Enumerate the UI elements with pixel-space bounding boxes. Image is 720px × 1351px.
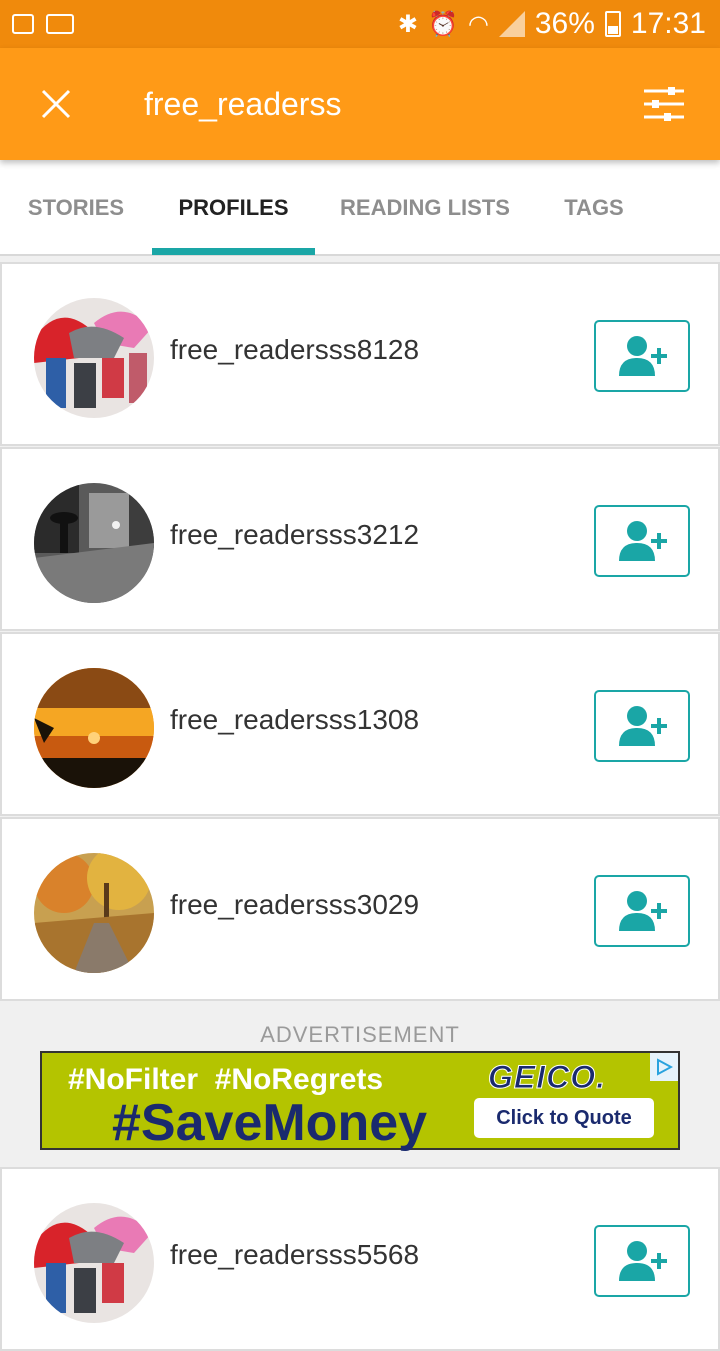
- ad-headline-large: #SaveMoney: [112, 1094, 428, 1152]
- profile-card[interactable]: free_readersss3212: [0, 447, 720, 631]
- profile-card[interactable]: free_readersss1308: [0, 632, 720, 816]
- tab-bar: STORIES PROFILES READING LISTS TAGS: [0, 160, 720, 256]
- ad-cta-button[interactable]: Click to Quote: [474, 1098, 654, 1138]
- profile-username[interactable]: free_readersss1308: [170, 704, 419, 736]
- add-user-icon: [619, 521, 667, 561]
- active-tab-indicator: [152, 248, 315, 255]
- search-query[interactable]: free_readerss: [144, 86, 341, 123]
- battery-icon: [604, 11, 621, 37]
- status-bar: ✱ ⏰ ◠ 36% 17:31: [0, 0, 720, 48]
- adchoices-icon[interactable]: [650, 1053, 678, 1081]
- avatar: [34, 298, 154, 418]
- follow-button[interactable]: [594, 875, 690, 947]
- filter-sliders-icon: [644, 87, 684, 121]
- clock: 17:31: [630, 7, 706, 40]
- avatar: [34, 668, 154, 788]
- search-toolbar: free_readerss: [0, 48, 720, 160]
- add-user-icon: [619, 336, 667, 376]
- tab-tags[interactable]: TAGS: [535, 160, 653, 256]
- add-user-icon: [619, 891, 667, 931]
- gallery-icon: [12, 14, 34, 34]
- close-button[interactable]: [0, 48, 112, 160]
- bluetooth-icon: ✱: [397, 10, 419, 38]
- filter-button[interactable]: [608, 48, 720, 160]
- ad-brand-logo: GEICO.: [487, 1059, 607, 1096]
- follow-button[interactable]: [594, 505, 690, 577]
- profile-card[interactable]: free_readersss8128: [0, 262, 720, 446]
- wattpad-icon: [46, 14, 74, 34]
- follow-button[interactable]: [594, 1225, 690, 1297]
- avatar: [34, 853, 154, 973]
- alarm-icon: ⏰: [428, 10, 458, 38]
- avatar: [34, 1203, 154, 1323]
- avatar: [34, 483, 154, 603]
- profile-username[interactable]: free_readersss3029: [170, 889, 419, 921]
- follow-button[interactable]: [594, 690, 690, 762]
- follow-button[interactable]: [594, 320, 690, 392]
- profile-username[interactable]: free_readersss5568: [170, 1239, 419, 1271]
- profile-card[interactable]: free_readersss3029: [0, 817, 720, 1001]
- tab-stories[interactable]: STORIES: [0, 160, 152, 256]
- ad-headline: #NoFilter #NoRegrets: [68, 1063, 384, 1096]
- add-user-icon: [619, 706, 667, 746]
- wifi-icon: ◠: [467, 10, 489, 38]
- tab-reading-lists[interactable]: READING LISTS: [315, 160, 535, 256]
- advertisement-label: ADVERTISEMENT: [260, 1022, 460, 1047]
- add-user-icon: [619, 1241, 667, 1281]
- tab-profiles[interactable]: PROFILES: [152, 160, 315, 256]
- signal-icon: [498, 11, 525, 37]
- battery-percent: 36%: [534, 7, 595, 40]
- profile-card[interactable]: free_readersss5568: [0, 1167, 720, 1351]
- profile-username[interactable]: free_readersss8128: [170, 334, 419, 366]
- close-icon: [41, 89, 71, 119]
- profile-username[interactable]: free_readersss3212: [170, 519, 419, 551]
- ad-banner[interactable]: #NoFilter #NoRegrets #SaveMoney GEICO. C…: [40, 1051, 680, 1152]
